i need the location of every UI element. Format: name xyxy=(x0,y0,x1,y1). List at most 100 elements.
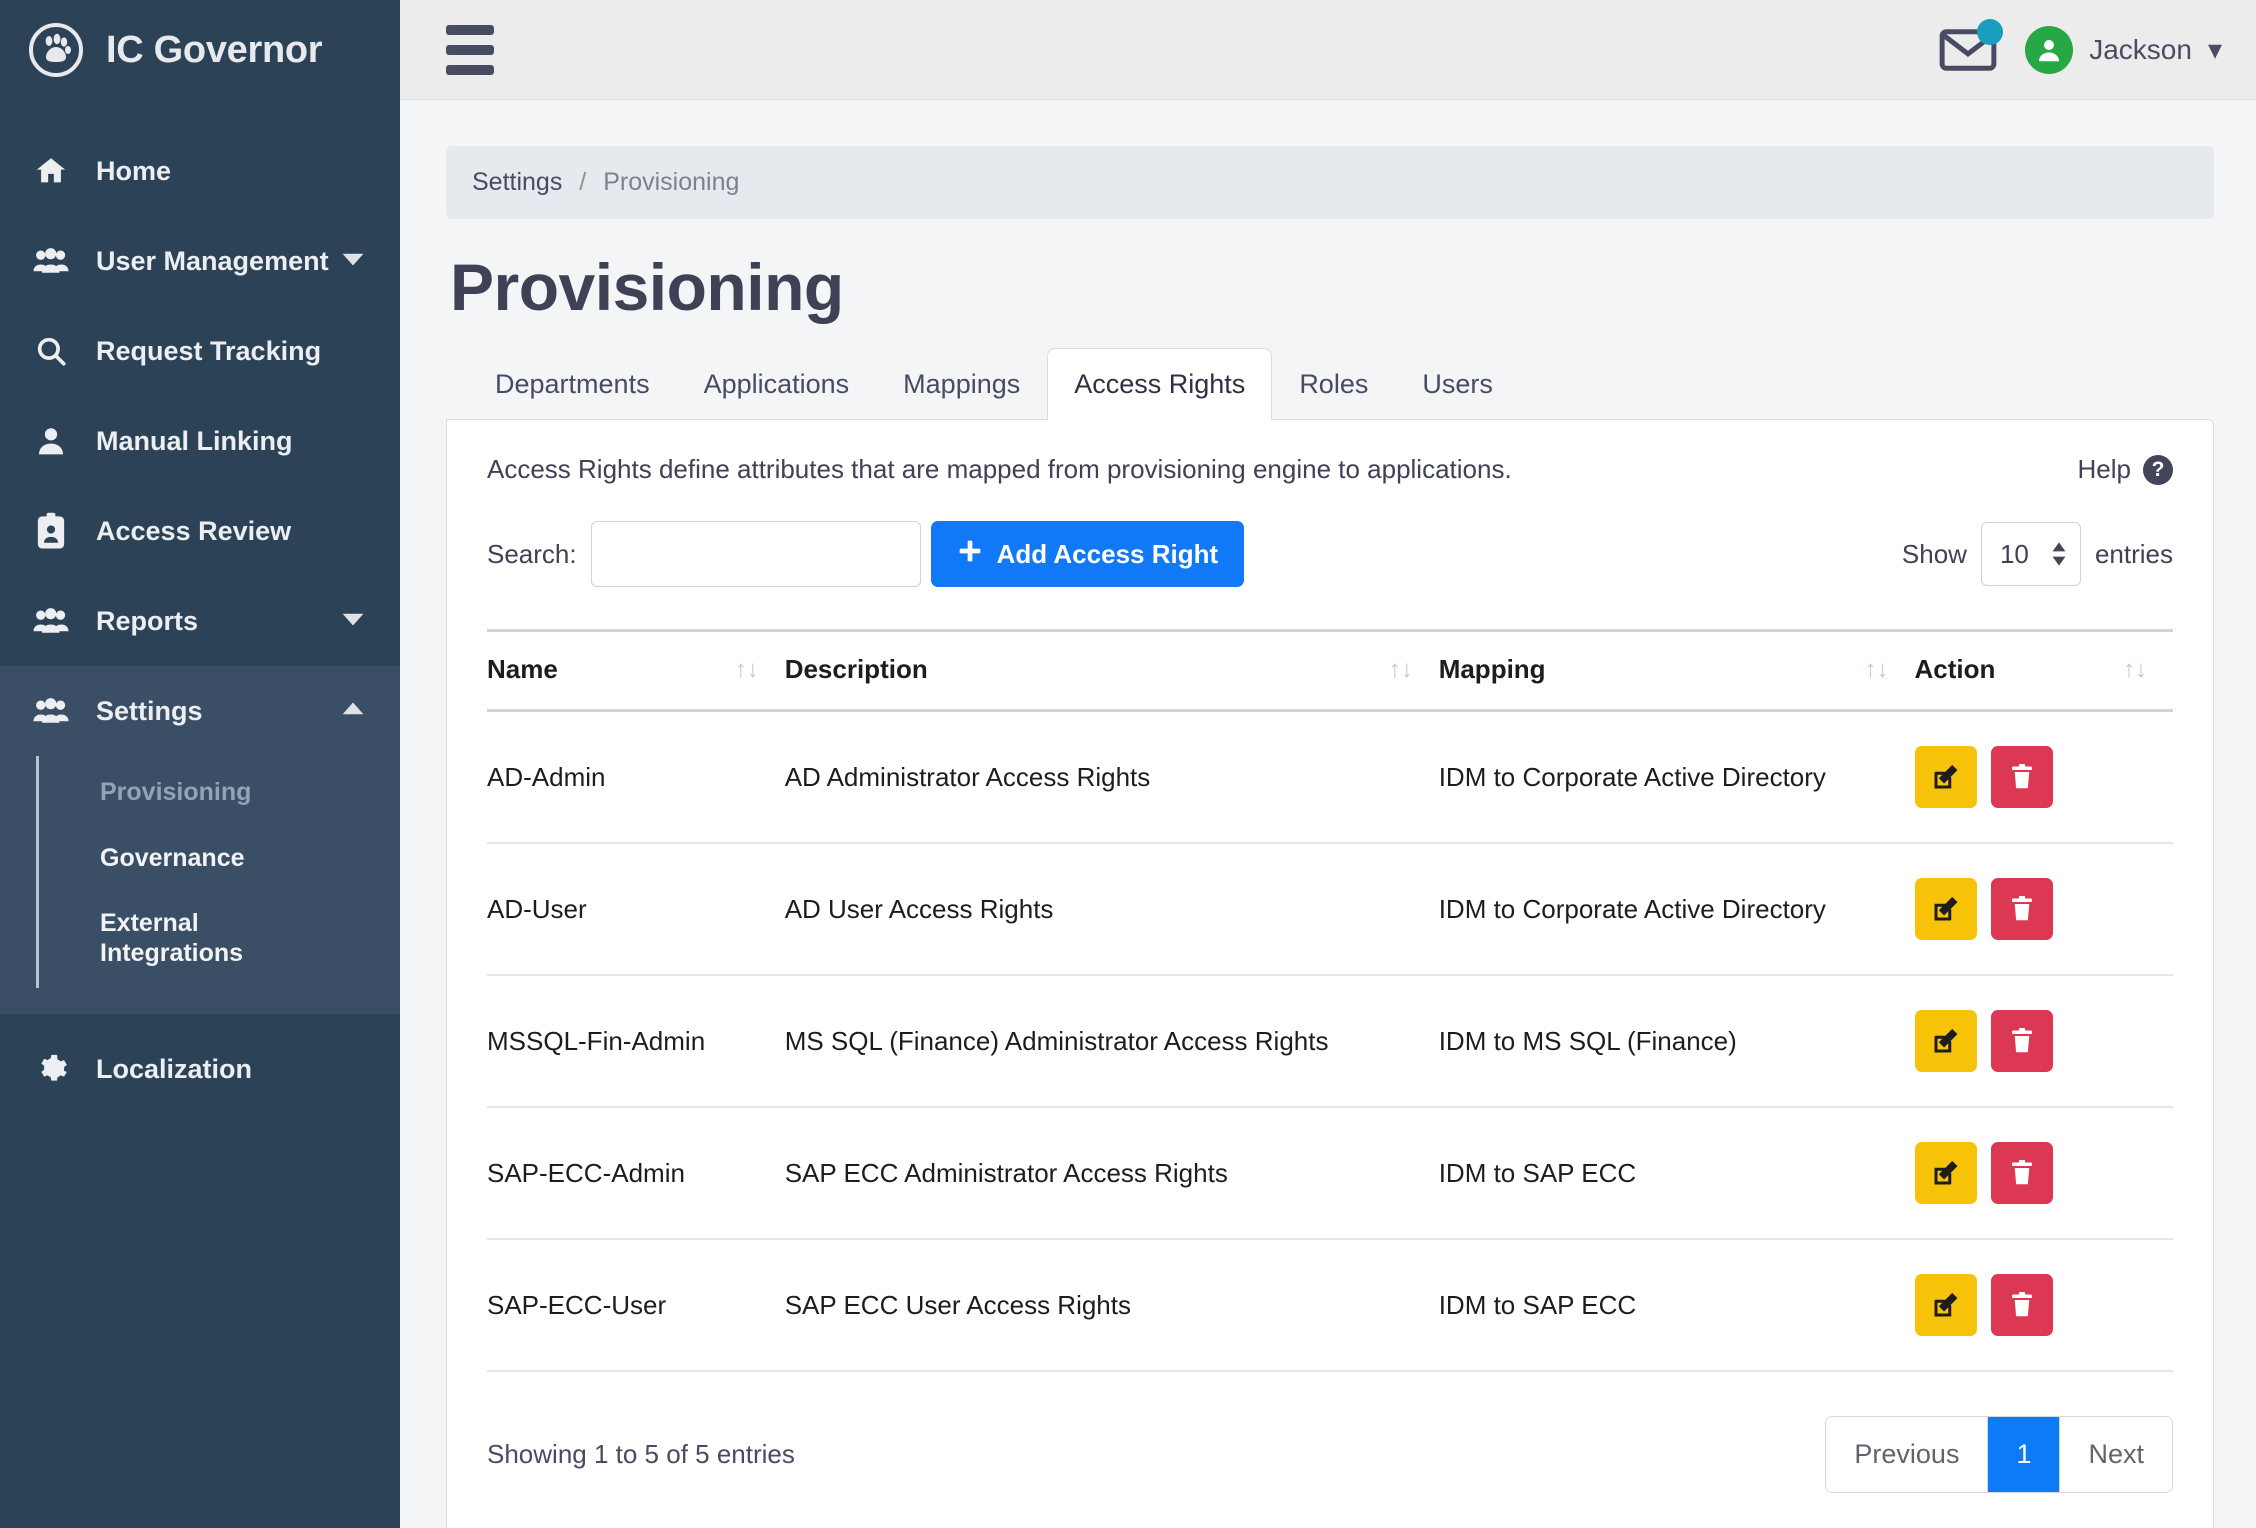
hamburger-icon[interactable] xyxy=(440,19,500,81)
cell-mapping: IDM to SAP ECC xyxy=(1438,1239,1915,1372)
tab-applications[interactable]: Applications xyxy=(677,348,877,420)
table-row: SAP-ECC-User SAP ECC User Access Rights … xyxy=(487,1239,2173,1372)
cell-mapping: IDM to Corporate Active Directory xyxy=(1438,710,1915,844)
pagination-page-1[interactable]: 1 xyxy=(1988,1417,2061,1492)
table-row: AD-User AD User Access Rights IDM to Cor… xyxy=(487,843,2173,976)
search-input[interactable] xyxy=(590,521,921,587)
breadcrumb-parent[interactable]: Settings xyxy=(472,168,562,196)
breadcrumb-separator: / xyxy=(579,168,587,196)
column-label: Mapping xyxy=(1438,654,1546,684)
show-suffix-label: entries xyxy=(2094,538,2173,569)
help-label: Help xyxy=(2077,454,2131,484)
sidebar-nav: Home User Management Request Tracking Ma… xyxy=(0,126,400,1114)
table-row: SAP-ECC-Admin SAP ECC Administrator Acce… xyxy=(487,1107,2173,1240)
cell-description: MS SQL (Finance) Administrator Access Ri… xyxy=(784,975,1439,1108)
add-access-right-button[interactable]: Add Access Right xyxy=(930,521,1245,587)
trash-icon[interactable] xyxy=(1990,746,2053,808)
brand[interactable]: IC Governor xyxy=(0,0,400,100)
avatar xyxy=(2025,25,2074,74)
users-icon xyxy=(28,697,74,725)
column-header-name[interactable]: Name ↑↓ xyxy=(487,629,785,712)
pagination-next[interactable]: Next xyxy=(2060,1417,2172,1492)
app-root: IC Governor Home User Management Request… xyxy=(0,0,2256,1528)
table-row: MSSQL-Fin-Admin MS SQL (Finance) Adminis… xyxy=(487,975,2173,1108)
column-label: Action xyxy=(1914,654,1996,684)
column-label: Name xyxy=(487,654,558,684)
main-area: Jackson ▾ Settings / Provisioning Provis… xyxy=(400,0,2256,1528)
show-prefix-label: Show xyxy=(1901,538,1967,569)
entries-control: Show 10 entries xyxy=(1902,522,2173,586)
tab-departments[interactable]: Departments xyxy=(468,348,677,420)
sidebar-item-label: Reports xyxy=(96,605,199,636)
table-row: AD-Admin AD Administrator Access Rights … xyxy=(487,710,2173,844)
column-label: Description xyxy=(784,654,928,684)
table-body: AD-Admin AD Administrator Access Rights … xyxy=(487,710,2173,1372)
cell-mapping: IDM to Corporate Active Directory xyxy=(1438,843,1915,976)
trash-icon[interactable] xyxy=(1990,1010,2053,1072)
sidebar-subitem-external-integrations[interactable]: External Integrations xyxy=(0,891,243,986)
table-footer: Showing 1 to 5 of 5 entries Previous 1 N… xyxy=(487,1372,2173,1528)
edit-pencil-icon[interactable] xyxy=(1914,1274,1977,1336)
entries-select[interactable]: 10 xyxy=(1980,522,2081,586)
users-icon xyxy=(28,247,74,275)
user-icon xyxy=(28,425,74,457)
notification-badge xyxy=(1977,18,2004,45)
trash-icon[interactable] xyxy=(1990,878,2053,940)
edit-pencil-icon[interactable] xyxy=(1914,1142,1977,1204)
sidebar-subitem-provisioning[interactable]: Provisioning xyxy=(0,760,400,826)
envelope-icon[interactable] xyxy=(1939,18,2004,73)
pagination-previous[interactable]: Previous xyxy=(1826,1417,1989,1492)
sidebar-item-home[interactable]: Home xyxy=(0,126,400,216)
column-header-mapping[interactable]: Mapping ↑↓ xyxy=(1438,629,1915,712)
trash-icon[interactable] xyxy=(1990,1142,2053,1204)
sort-icon: ↑↓ xyxy=(1388,655,1413,683)
breadcrumb: Settings / Provisioning xyxy=(446,146,2214,219)
sort-icon: ↑↓ xyxy=(1864,655,1889,683)
sidebar-item-localization[interactable]: Localization xyxy=(0,1024,400,1114)
cell-name: AD-Admin xyxy=(487,710,785,844)
edit-pencil-icon[interactable] xyxy=(1914,1010,1977,1072)
sidebar-group-settings: Settings Provisioning Governance Externa… xyxy=(0,666,400,1014)
home-icon xyxy=(28,154,74,188)
user-menu[interactable]: Jackson ▾ xyxy=(2025,25,2222,74)
edit-pencil-icon[interactable] xyxy=(1914,746,1977,808)
cell-name: MSSQL-Fin-Admin xyxy=(487,975,785,1108)
search-icon xyxy=(28,334,74,368)
sidebar-item-request-tracking[interactable]: Request Tracking xyxy=(0,306,400,396)
brand-title: IC Governor xyxy=(106,28,323,71)
chevron-down-icon xyxy=(340,611,366,632)
user-name: Jackson xyxy=(2089,33,2192,65)
sidebar-subitem-governance[interactable]: Governance xyxy=(0,826,400,892)
id-badge-icon xyxy=(28,512,74,550)
column-header-description[interactable]: Description ↑↓ xyxy=(784,629,1439,712)
cell-description: SAP ECC User Access Rights xyxy=(784,1239,1439,1372)
sidebar-item-label: Manual Linking xyxy=(96,425,293,456)
tab-mappings[interactable]: Mappings xyxy=(876,348,1047,420)
sidebar-item-label: Localization xyxy=(96,1053,253,1084)
sort-icon: ↑↓ xyxy=(2123,655,2147,683)
pagination: Previous 1 Next xyxy=(1825,1416,2173,1493)
sidebar-item-reports[interactable]: Reports xyxy=(0,576,400,666)
sidebar-item-manual-linking[interactable]: Manual Linking xyxy=(0,396,400,486)
entries-value: 10 xyxy=(1999,538,2029,569)
sidebar-item-settings[interactable]: Settings xyxy=(0,666,400,756)
settings-submenu: Provisioning Governance External Integra… xyxy=(0,756,400,1014)
tab-roles[interactable]: Roles xyxy=(1272,348,1395,420)
help-link[interactable]: Help ? xyxy=(2078,454,2173,485)
page-title: Provisioning xyxy=(450,250,844,324)
cell-name: SAP-ECC-User xyxy=(487,1239,785,1372)
tab-users[interactable]: Users xyxy=(1395,348,1520,420)
sidebar-item-label: Home xyxy=(96,155,172,186)
sidebar-item-label: User Management xyxy=(96,245,329,276)
edit-pencil-icon[interactable] xyxy=(1914,878,1977,940)
sidebar-item-access-review[interactable]: Access Review xyxy=(0,486,400,576)
sidebar-item-label: Access Review xyxy=(96,515,292,546)
sidebar-item-user-management[interactable]: User Management xyxy=(0,216,400,306)
users-icon xyxy=(28,607,74,635)
column-header-action[interactable]: Action ↑↓ xyxy=(1914,629,2173,712)
trash-icon[interactable] xyxy=(1990,1274,2053,1336)
table-controls: Search: Add Access Right Show 10 entries xyxy=(487,521,2173,587)
cell-description: AD User Access Rights xyxy=(784,843,1439,976)
question-circle-icon: ? xyxy=(2143,454,2173,485)
tab-access-rights[interactable]: Access Rights xyxy=(1047,348,1273,420)
